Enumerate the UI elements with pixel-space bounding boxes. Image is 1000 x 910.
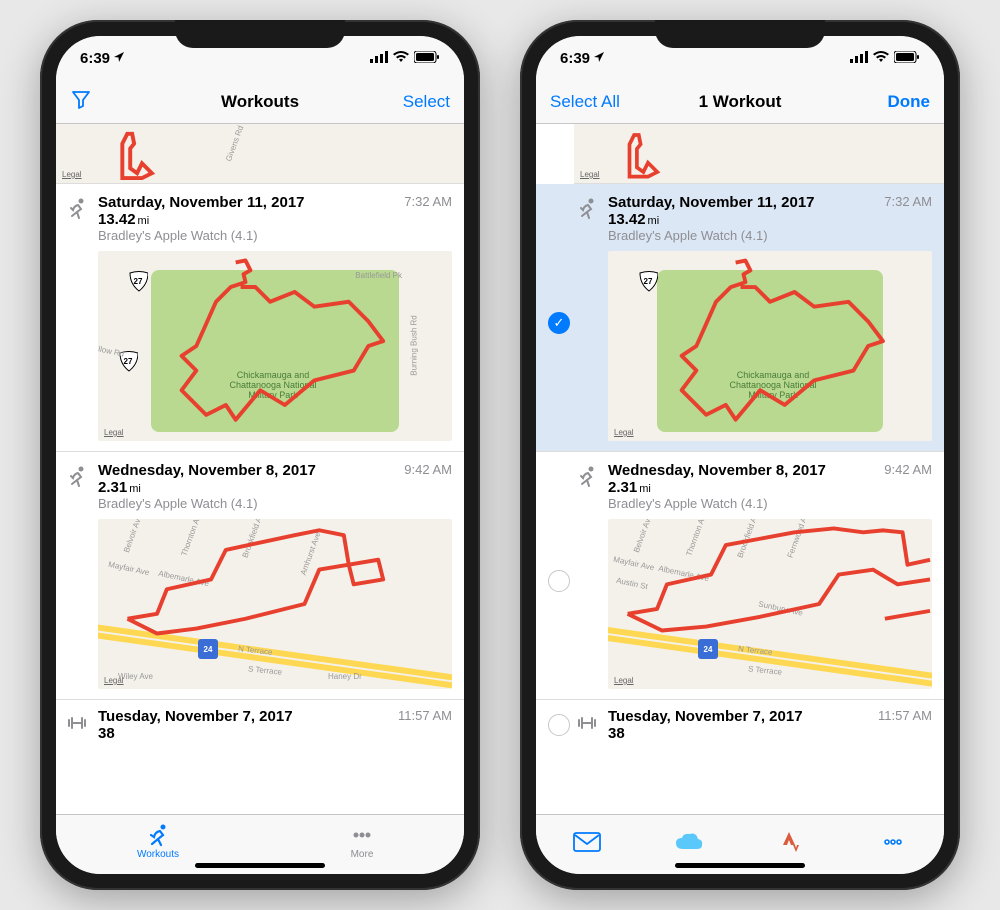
- map-peek[interactable]: Legal: [574, 124, 944, 184]
- workout-row[interactable]: Wednesday, November 8, 2017 2.31mi 9:42 …: [56, 452, 464, 700]
- map-legal[interactable]: Legal: [614, 428, 634, 437]
- location-icon: [593, 50, 605, 67]
- workout-time: 11:57 AM: [870, 708, 932, 723]
- phone-right: 6:39 Select All 1 Workout Done Legal ✓: [520, 20, 960, 890]
- selection-checkbox[interactable]: [548, 714, 570, 736]
- nav-title: 1 Workout: [630, 92, 850, 112]
- notch: [175, 20, 345, 48]
- workout-device: Bradley's Apple Watch (4.1): [608, 228, 932, 243]
- nav-bar: Workouts Select: [56, 80, 464, 124]
- workout-map[interactable]: 24 Belvoir Ave Thornton Ave Brookfield A…: [98, 519, 452, 689]
- battery-icon: [894, 50, 920, 67]
- workout-time: 7:32 AM: [396, 194, 452, 209]
- map-legal[interactable]: Legal: [104, 676, 124, 685]
- workout-date: Tuesday, November 7, 2017: [608, 708, 803, 725]
- workout-map[interactable]: 27 Chickamauga and Chattanooga National …: [608, 251, 932, 441]
- workout-date: Saturday, November 11, 2017: [608, 194, 815, 211]
- cloud-button[interactable]: [638, 831, 740, 853]
- running-icon: [574, 462, 608, 495]
- nav-bar: Select All 1 Workout Done: [536, 80, 944, 124]
- workout-row[interactable]: ✓ Saturday, November 11, 2017 13.42mi 7:…: [536, 184, 944, 452]
- workout-date: Wednesday, November 8, 2017: [98, 462, 316, 479]
- map-legal[interactable]: Legal: [104, 428, 124, 437]
- map-legal[interactable]: Legal: [580, 170, 600, 179]
- workout-map[interactable]: 24 Belvoir Ave Thornton Ave Brookfield A…: [608, 519, 932, 689]
- map-legal[interactable]: Legal: [614, 676, 634, 685]
- workout-map[interactable]: 27 27 Chickamauga and Chattanooga Nation…: [98, 251, 452, 441]
- workout-date: Saturday, November 11, 2017: [98, 194, 305, 211]
- workout-time: 9:42 AM: [396, 462, 452, 477]
- home-indicator[interactable]: [675, 863, 805, 868]
- distance-unit: mi: [129, 483, 141, 495]
- screen: 6:39 Select All 1 Workout Done Legal ✓: [536, 36, 944, 874]
- tab-more[interactable]: More: [260, 823, 464, 860]
- gym-icon: [64, 708, 98, 742]
- workout-date: Wednesday, November 8, 2017: [608, 462, 826, 479]
- funnel-icon: [70, 88, 92, 110]
- workout-distance: 2.31: [98, 479, 127, 496]
- running-icon: [574, 194, 608, 227]
- workout-list[interactable]: Legal ✓ Saturday, November 11, 2017 13.4…: [536, 124, 944, 814]
- status-time: 6:39: [80, 50, 110, 67]
- status-time: 6:39: [560, 50, 590, 67]
- running-icon: [144, 823, 172, 847]
- mail-icon: [572, 831, 602, 853]
- filter-button[interactable]: [70, 88, 150, 115]
- workout-device: Bradley's Apple Watch (4.1): [98, 228, 452, 243]
- workout-row[interactable]: Saturday, November 11, 2017 13.42mi 7:32…: [56, 184, 464, 452]
- workout-row[interactable]: Wednesday, November 8, 2017 2.31mi 9:42 …: [536, 452, 944, 700]
- signal-icon: [850, 50, 868, 67]
- mail-button[interactable]: [536, 831, 638, 853]
- strava-button[interactable]: [740, 830, 842, 854]
- gym-icon: [574, 708, 608, 742]
- workout-device: Bradley's Apple Watch (4.1): [98, 496, 452, 511]
- strava-icon: [779, 830, 803, 854]
- notch: [655, 20, 825, 48]
- location-icon: [113, 50, 125, 67]
- workout-time: 9:42 AM: [876, 462, 932, 477]
- screen: 6:39 Workouts Select Givens Rd Le: [56, 36, 464, 874]
- map-peek[interactable]: Givens Rd Legal: [56, 124, 464, 184]
- phone-left: 6:39 Workouts Select Givens Rd Le: [40, 20, 480, 890]
- select-button[interactable]: Select: [370, 92, 450, 112]
- workout-distance: 13.42: [98, 211, 136, 228]
- workout-device: Bradley's Apple Watch (4.1): [608, 496, 932, 511]
- selection-checkbox[interactable]: ✓: [548, 312, 570, 334]
- wifi-icon: [393, 50, 409, 67]
- select-all-button[interactable]: Select All: [550, 92, 630, 112]
- home-indicator[interactable]: [195, 863, 325, 868]
- workout-row[interactable]: Tuesday, November 7, 2017 38 11:57 AM: [536, 700, 944, 742]
- workout-list[interactable]: Givens Rd Legal Saturday, November 11, 2…: [56, 124, 464, 814]
- more-button[interactable]: [842, 831, 944, 853]
- workout-time: 11:57 AM: [390, 708, 452, 723]
- workout-time: 7:32 AM: [876, 194, 932, 209]
- workout-row[interactable]: Tuesday, November 7, 2017 38 11:57 AM: [56, 700, 464, 742]
- workout-date: Tuesday, November 7, 2017: [98, 708, 293, 725]
- signal-icon: [370, 50, 388, 67]
- tab-workouts[interactable]: Workouts: [56, 823, 260, 860]
- tab-label: More: [351, 849, 374, 860]
- tab-label: Workouts: [137, 849, 179, 860]
- nav-title: Workouts: [150, 92, 370, 112]
- wifi-icon: [873, 50, 889, 67]
- cloud-icon: [673, 831, 705, 853]
- more-icon: [878, 831, 908, 853]
- running-icon: [64, 462, 98, 495]
- running-icon: [64, 194, 98, 227]
- battery-icon: [414, 50, 440, 67]
- selection-checkbox[interactable]: [548, 570, 570, 592]
- map-legal[interactable]: Legal: [62, 170, 82, 179]
- more-icon: [348, 823, 376, 847]
- done-button[interactable]: Done: [850, 92, 930, 112]
- distance-unit: mi: [138, 215, 150, 227]
